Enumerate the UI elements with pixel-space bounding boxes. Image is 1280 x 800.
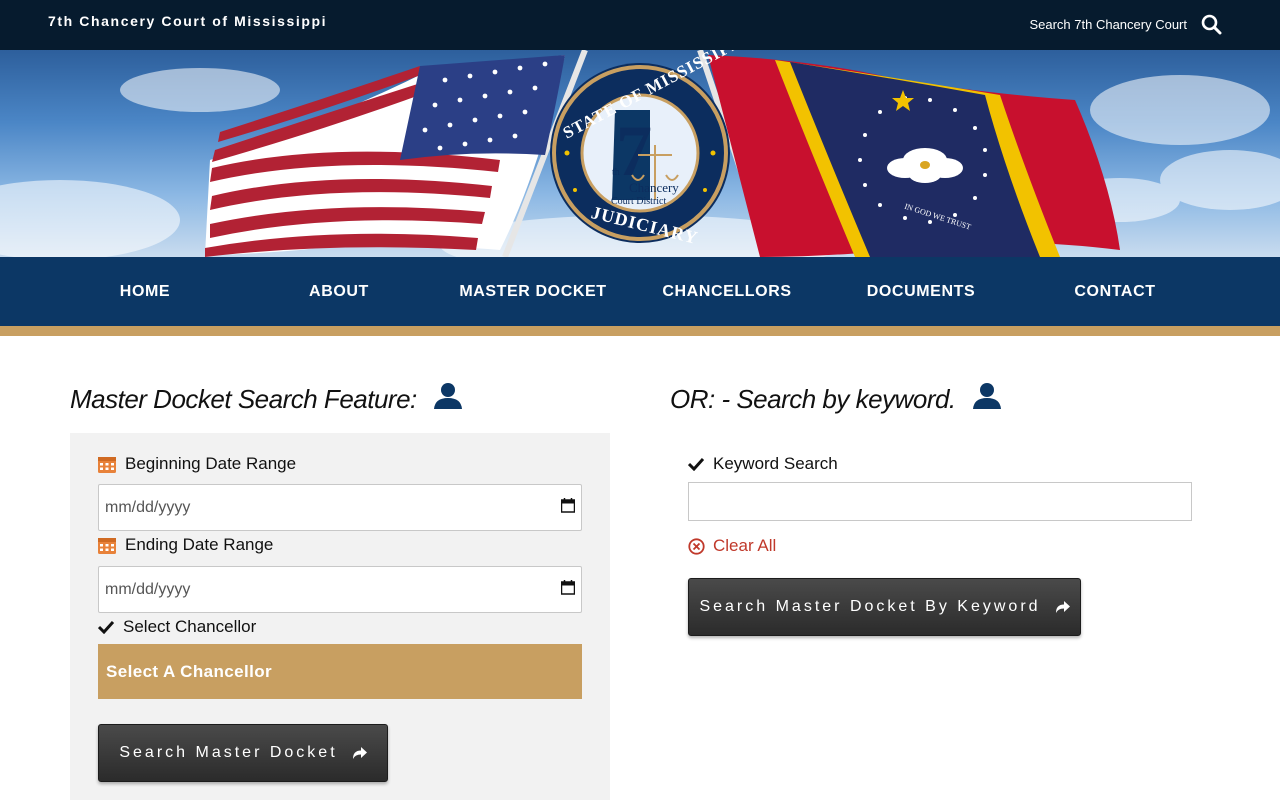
checkmark-icon (98, 620, 114, 634)
clear-all-label[interactable]: Clear All (713, 536, 776, 556)
share-arrow-icon[interactable] (352, 746, 367, 760)
clear-circle-x-icon[interactable] (688, 537, 705, 555)
nav-master-docket[interactable]: MASTER DOCKET (436, 257, 630, 326)
seal-line2: Court District (611, 196, 666, 207)
begin-date-placeholder: mm/dd/yyyy (105, 498, 191, 516)
keyword-label-text: Keyword Search (713, 454, 838, 473)
top-bar: 7th Chancery Court of Mississippi Search… (0, 0, 1280, 50)
banner-artwork: 7 th Chancery Court District STATE OF MI… (0, 50, 1280, 257)
top-search-label[interactable]: Search 7th Chancery Court (1029, 17, 1187, 32)
top-search-link[interactable]: Search 7th Chancery Court (1029, 14, 1222, 35)
nav-about[interactable]: ABOUT (242, 257, 436, 326)
end-date-label-text: Ending Date Range (125, 535, 274, 554)
share-arrow-icon[interactable] (1055, 600, 1070, 614)
docket-search-heading: Master Docket Search Feature: (70, 382, 463, 417)
docket-search-heading-text: Master Docket Search Feature: (70, 384, 417, 414)
chancellor-label-text: Select Chancellor (123, 617, 257, 636)
mississippi-flag (708, 55, 1120, 257)
keyword-search-heading-text: OR: - Search by keyword. (670, 384, 956, 414)
checkmark-icon (688, 457, 704, 471)
docket-search-panel: Beginning Date Range mm/dd/yyyy Ending D… (70, 433, 610, 800)
calendar-icon (98, 455, 116, 473)
calendar-picker-icon[interactable] (560, 497, 576, 518)
clear-all-link[interactable]: Clear All (688, 536, 776, 556)
nav-home[interactable]: HOME (48, 257, 242, 326)
end-date-label: Ending Date Range (98, 535, 273, 555)
begin-date-label: Beginning Date Range (98, 454, 296, 474)
begin-date-input[interactable]: mm/dd/yyyy (98, 484, 582, 531)
keyword-search-heading: OR: - Search by keyword. (670, 382, 1002, 417)
calendar-picker-icon[interactable] (560, 579, 576, 600)
chancellor-label: Select Chancellor (98, 617, 256, 637)
begin-date-label-text: Beginning Date Range (125, 454, 297, 473)
end-date-input[interactable]: mm/dd/yyyy (98, 566, 582, 613)
nav-accent-stripe (0, 326, 1280, 336)
nav-contact[interactable]: CONTACT (1018, 257, 1212, 326)
site-title[interactable]: 7th Chancery Court of Mississippi (48, 13, 327, 29)
seal-suffix: th (612, 167, 620, 178)
search-by-keyword-button[interactable]: Search Master Docket By Keyword (688, 578, 1081, 636)
calendar-icon (98, 536, 116, 554)
nav-documents[interactable]: DOCUMENTS (824, 257, 1018, 326)
search-master-docket-button[interactable]: Search Master Docket (98, 724, 388, 782)
keyword-search-input[interactable] (688, 482, 1192, 521)
keyword-label: Keyword Search (688, 454, 838, 474)
hero-banner: 7 th Chancery Court District STATE OF MI… (0, 50, 1280, 257)
user-icon (433, 382, 463, 417)
chancellor-select[interactable]: Select A Chancellor (98, 644, 582, 699)
main-nav: HOME ABOUT MASTER DOCKET CHANCELLORS DOC… (0, 257, 1280, 326)
search-master-docket-button-label[interactable]: Search Master Docket (119, 744, 337, 762)
search-by-keyword-button-label[interactable]: Search Master Docket By Keyword (699, 598, 1040, 616)
nav-chancellors[interactable]: CHANCELLORS (630, 257, 824, 326)
seal-line1: Chancery (629, 180, 679, 195)
user-icon (972, 382, 1002, 417)
search-icon[interactable] (1201, 14, 1222, 35)
end-date-placeholder: mm/dd/yyyy (105, 580, 191, 598)
